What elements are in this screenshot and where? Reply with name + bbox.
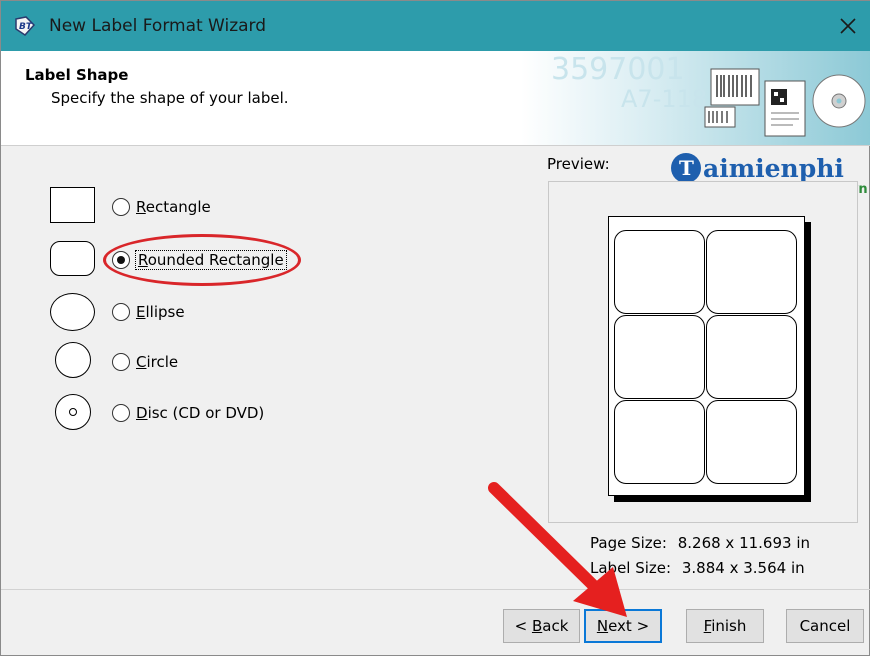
cancel-button[interactable]: Cancel — [786, 609, 864, 643]
page-size-value: 8.268 x 11.693 in — [677, 534, 811, 552]
preview-label-cell — [614, 230, 705, 314]
svg-text:BT: BT — [19, 22, 33, 32]
preview-label: Preview: — [547, 155, 610, 173]
wizard-header: Label Shape Specify the shape of your la… — [1, 51, 870, 146]
preview-page — [608, 216, 805, 496]
preview-label-cell — [614, 315, 705, 399]
back-button[interactable]: < Back — [503, 609, 580, 643]
circle-shape-icon — [55, 342, 91, 378]
label-size-value: 3.884 x 3.564 in — [681, 559, 805, 577]
app-icon: BT — [15, 16, 36, 36]
ellipse-shape-icon — [50, 293, 95, 331]
window-title: New Label Format Wizard — [49, 16, 267, 36]
page-size-row: Page Size: 8.268 x 11.693 in — [590, 534, 810, 552]
disc-shape-icon — [55, 394, 91, 430]
rectangle-shape-icon — [50, 187, 95, 223]
page-size-label: Page Size: — [590, 534, 667, 552]
page-title: Label Shape — [25, 66, 129, 84]
rounded-rectangle-shape-icon — [50, 241, 95, 276]
page-subtitle: Specify the shape of your label. — [51, 89, 289, 107]
preview-label-cell — [706, 315, 797, 399]
highlight-annotation — [103, 234, 301, 286]
next-button[interactable]: Next > — [584, 609, 662, 643]
finish-button[interactable]: Finish — [686, 609, 764, 643]
radio-circle[interactable] — [112, 198, 130, 216]
wizard-window: BT New Label Format Wizard Label Shape S… — [0, 0, 870, 656]
label-size-row: Label Size: 3.884 x 3.564 in — [590, 559, 805, 577]
radio-label-circle: Circle — [136, 353, 179, 371]
footer-separator — [1, 589, 870, 590]
preview-label-cell — [706, 400, 797, 484]
radio-circle[interactable] — [112, 303, 130, 321]
radio-ellipse[interactable]: Ellipse — [112, 303, 185, 321]
radio-circle-option[interactable]: Circle — [112, 353, 178, 371]
radio-circle[interactable] — [112, 353, 130, 371]
next-button-label: Next > — [596, 617, 650, 635]
close-button[interactable] — [825, 1, 870, 51]
header-banner-graphic: 3597001 A7-118 — [521, 51, 870, 145]
preview-label-cell — [614, 400, 705, 484]
radio-circle[interactable] — [112, 404, 130, 422]
radio-label-ellipse: Ellipse — [136, 303, 185, 321]
finish-button-label: Finish — [703, 617, 747, 635]
banner-number-1: 3597001 — [551, 52, 685, 87]
title-bar: BT New Label Format Wizard — [1, 1, 870, 51]
watermark-text: aimienphi — [703, 154, 844, 183]
radio-label-disc: Disc (CD or DVD) — [136, 404, 265, 422]
radio-label-rectangle: Rectangle — [136, 198, 211, 216]
disc-hole-icon — [69, 408, 77, 416]
svg-text:T: T — [679, 156, 694, 180]
radio-rectangle[interactable]: Rectangle — [112, 198, 211, 216]
radio-disc[interactable]: Disc (CD or DVD) — [112, 404, 264, 422]
banner-number-2: A7-118 — [621, 85, 707, 113]
cancel-button-label: Cancel — [799, 617, 851, 635]
preview-label-cell — [706, 230, 797, 314]
close-icon — [840, 18, 856, 34]
back-button-label: < Back — [514, 617, 569, 635]
label-size-label: Label Size: — [590, 559, 672, 577]
